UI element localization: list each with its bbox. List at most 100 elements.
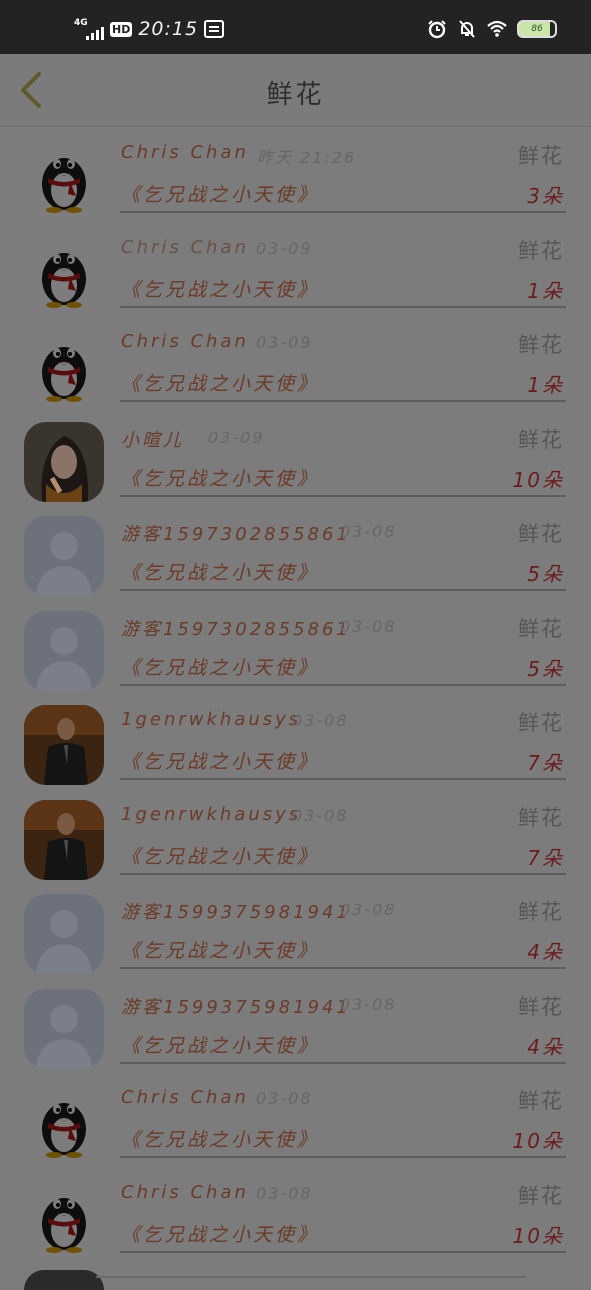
- gift-type: 鲜花: [518, 1183, 564, 1208]
- avatar[interactable]: [24, 1083, 104, 1163]
- send-date: 03-09: [208, 427, 265, 447]
- row-divider: [120, 400, 566, 402]
- avatar[interactable]: [24, 799, 104, 880]
- gift-quantity: 1朵: [527, 278, 564, 303]
- send-date: 昨天 21:26: [257, 148, 357, 167]
- sender-name: 游客1599375981941: [121, 996, 351, 1018]
- send-date: 03-08: [340, 994, 397, 1014]
- gift-record-list: Chris Chan 昨天 21:26 鲜花 《乞兄战之小天使》 3朵 Chris Cha…: [0, 128, 591, 1262]
- row-divider: [120, 211, 566, 213]
- gift-type: 鲜花: [518, 333, 564, 357]
- list-item[interactable]: 游客15973028558​61 03-08 鲜花 《乞兄战之小天使》 5朵: [0, 506, 591, 601]
- header-bar: 鲜花: [0, 54, 591, 127]
- row-divider: [120, 305, 566, 308]
- avatar[interactable]: [24, 421, 104, 502]
- row-divider: [120, 967, 566, 969]
- gift-quantity: 4朵: [527, 940, 564, 964]
- list-item[interactable]: Chris Chan 03-09 鲜花《乞兄战之小天使》 1朵: [0, 317, 591, 412]
- avatar[interactable]: [24, 988, 104, 1069]
- book-title[interactable]: 《乞兄战之小天使》: [121, 1125, 319, 1152]
- gift-quantity: 7朵: [527, 751, 564, 775]
- gift-type: 鲜花: [518, 616, 564, 641]
- list-item[interactable]: Chris Chan 03-09 鲜花 《乞兄战之小天使》 1朵: [0, 223, 591, 318]
- send-date: 03-08: [340, 616, 397, 636]
- gift-type: 鲜花: [518, 711, 564, 735]
- sender-name: 小暄儿: [121, 429, 184, 451]
- list-item[interactable]: Chris Chan 03-08 鲜花 《乞兄战之小天使》 10朵: [0, 1168, 591, 1263]
- gift-quantity: 7朵: [527, 845, 564, 870]
- row-divider: [120, 872, 566, 875]
- gift-type: 鲜花: [518, 427, 564, 452]
- sender-name: 游客1599375981941: [121, 902, 351, 923]
- book-title[interactable]: 《乞兄战之小天使》: [121, 369, 319, 396]
- avatar[interactable]: [24, 1177, 104, 1258]
- send-date: 03-08: [256, 1089, 313, 1108]
- gift-type: 鲜花: [518, 900, 564, 924]
- list-item[interactable]: 1genrwkhausys 03-08 鲜花《乞兄战之小天使》 7朵: [0, 695, 591, 790]
- row-divider: [120, 1061, 566, 1064]
- gift-quantity: 10朵: [512, 1129, 564, 1153]
- gift-type: 鲜花: [518, 522, 564, 546]
- avatar-partial: [24, 1270, 104, 1290]
- gift-type: 鲜花: [518, 1089, 564, 1113]
- gift-type: 鲜花: [518, 994, 564, 1019]
- book-title[interactable]: 《乞兄战之小天使》: [121, 653, 319, 680]
- sender-name: 1genrwkhausys: [121, 709, 302, 730]
- gift-type: 鲜花: [518, 238, 564, 263]
- send-date: 03-08: [340, 522, 397, 541]
- status-time: 20:15: [138, 18, 199, 40]
- gift-type: 鲜花: [518, 144, 564, 168]
- avatar[interactable]: [24, 327, 104, 407]
- list-item[interactable]: 游客1597302855861 03-08 鲜花《乞兄战之小天使》 5朵: [0, 601, 591, 696]
- avatar[interactable]: [24, 610, 104, 691]
- signal-icon: 4G: [74, 18, 104, 40]
- message-icon: [204, 20, 225, 38]
- avatar[interactable]: [24, 232, 104, 313]
- gift-type: 鲜花: [518, 805, 564, 830]
- gift-quantity: 5朵: [527, 562, 564, 586]
- alarm-icon: [428, 20, 446, 39]
- list-item[interactable]: Chris Chan 03-08 鲜花 《乞兄战之小天使》 10朵: [0, 1073, 591, 1168]
- book-title[interactable]: 《乞兄战之小天使》: [121, 1220, 319, 1247]
- sender-name: Chris Chan: [121, 331, 249, 352]
- book-title[interactable]: 《乞兄战之小天使》: [121, 936, 319, 963]
- avatar[interactable]: [24, 894, 104, 974]
- send-date: 03-08: [292, 711, 349, 730]
- row-divider: [120, 494, 566, 497]
- gift-quantity: 4朵: [527, 1034, 564, 1059]
- sender-name: Chris Chan: [121, 142, 249, 163]
- hd-badge: HD: [110, 21, 133, 37]
- book-title[interactable]: 《乞兄战之小天使》: [121, 180, 319, 207]
- row-divider: [120, 683, 566, 686]
- mute-bell-icon: [459, 20, 475, 38]
- row-divider: [120, 1250, 566, 1253]
- book-title[interactable]: 《乞兄战之小天使》: [121, 464, 319, 491]
- list-item[interactable]: 游客1599375981941 03-08 鲜花《乞兄战之小天使》 4朵: [0, 884, 591, 979]
- book-title[interactable]: 《乞兄战之小天使》: [121, 275, 319, 302]
- sender-name: 1genrwkhausys: [121, 803, 302, 825]
- row-divider: [120, 589, 566, 591]
- list-item[interactable]: 小暄儿 03-09 鲜花 《乞兄战之小天使》 10朵: [0, 412, 591, 507]
- gift-quantity: 1朵: [527, 373, 564, 397]
- avatar[interactable]: [24, 138, 104, 218]
- list-item[interactable]: Chris Chan 昨天 21:26 鲜花 《乞兄战之小天使》 3朵: [0, 128, 591, 223]
- book-title[interactable]: 《乞兄战之小天使》: [121, 747, 319, 774]
- send-date: 03-08: [256, 1183, 313, 1203]
- send-date: 03-09: [256, 238, 313, 258]
- sender-name: 游客1597302855861: [121, 618, 351, 640]
- list-item[interactable]: 1genrwkhausys 03-08 鲜花《乞兄战之小天使》 7朵: [0, 790, 591, 885]
- row-divider: [120, 1156, 566, 1158]
- avatar[interactable]: [24, 516, 104, 596]
- send-date: 03-08: [292, 805, 349, 825]
- send-date: 03-09: [256, 333, 313, 352]
- avatar[interactable]: [24, 705, 104, 785]
- send-date: 03-08: [340, 900, 397, 919]
- book-title[interactable]: 《乞兄战之小天使》: [121, 1031, 319, 1058]
- book-title[interactable]: 《乞兄战之小天使》: [121, 558, 319, 585]
- gift-quantity: 10朵: [512, 1223, 564, 1248]
- status-bar: 4G HD 20:15 86: [0, 0, 591, 54]
- list-item[interactable]: 游客1599375981941 03-08 鲜花《乞兄战之小天使》 4朵: [0, 979, 591, 1074]
- list-divider: [96, 1276, 526, 1278]
- book-title[interactable]: 《乞兄战之小天使》: [121, 842, 319, 869]
- gift-quantity: 5朵: [527, 656, 564, 681]
